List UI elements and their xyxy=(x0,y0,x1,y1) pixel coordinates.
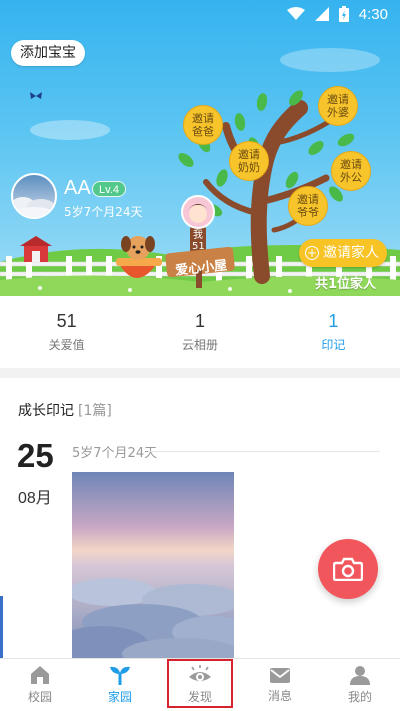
baby-avatar[interactable] xyxy=(11,173,57,219)
butterfly-icon xyxy=(30,92,42,99)
nav-label: 家园 xyxy=(107,690,132,704)
nav-messages[interactable]: 消息 xyxy=(240,659,320,711)
battery-charging-icon xyxy=(338,6,349,22)
plus-icon: + xyxy=(305,246,319,260)
entry-day: 25 xyxy=(17,437,54,474)
nav-school[interactable]: 校园 xyxy=(0,659,80,711)
invite-family-button[interactable]: + 邀请家人 xyxy=(299,239,387,267)
invite-family-label: 邀请家人 xyxy=(323,245,379,261)
status-time: 4:30 xyxy=(358,5,388,23)
add-baby-button[interactable]: 添加宝宝 xyxy=(11,40,85,66)
baby-name: AA xyxy=(64,177,91,199)
section-count: [1篇] xyxy=(78,403,112,419)
nav-home[interactable]: 家园 xyxy=(80,659,160,711)
invite-maternal-grandma-fruit[interactable]: 邀请外婆 xyxy=(318,86,358,126)
stat-imprints[interactable]: 1 印记 xyxy=(267,296,400,368)
me-label: 我51 xyxy=(192,230,205,252)
signal-icon xyxy=(314,7,329,21)
wifi-icon xyxy=(286,7,305,20)
entry-photo[interactable] xyxy=(72,472,234,658)
stat-care-value[interactable]: 51 关爱值 xyxy=(0,296,133,368)
bottom-nav: 校园 家园 发现 消息 我的 xyxy=(0,658,400,711)
stat-label: 印记 xyxy=(321,338,346,352)
baby-age: 5岁7个月24天 xyxy=(64,205,143,219)
nav-mine[interactable]: 我的 xyxy=(320,659,400,711)
level-badge: Lv.4 xyxy=(92,181,126,197)
nav-label: 我的 xyxy=(347,690,372,704)
entry-month: 08月 xyxy=(18,490,52,507)
family-tree-banner: 添加宝宝 AA Lv.4 5岁7个月24天 邀请爸爸 邀请奶奶 邀请外婆 邀请外… xyxy=(0,0,400,296)
barn-icon xyxy=(20,236,52,262)
invite-maternal-grandpa-fruit[interactable]: 邀请外公 xyxy=(331,151,371,191)
camera-icon xyxy=(333,557,363,581)
sprout-icon xyxy=(110,666,130,685)
status-bar: 4:30 xyxy=(0,0,400,28)
eye-icon xyxy=(189,665,211,681)
nav-label: 消息 xyxy=(267,689,292,703)
growth-imprints-section: 成长印记 [1篇] 25 08月 5岁7个月24天 xyxy=(0,378,400,658)
divider xyxy=(148,451,380,452)
stat-value: 1 xyxy=(328,311,339,331)
nav-label: 发现 xyxy=(187,690,212,704)
person-icon xyxy=(350,666,370,685)
mail-icon xyxy=(270,668,290,683)
stats-bar: 51 关爱值 1 云相册 1 印记 xyxy=(0,296,400,368)
edge-accent xyxy=(0,596,3,658)
invite-paternal-grandpa-fruit[interactable]: 邀请爷爷 xyxy=(288,186,328,226)
entry-age: 5岁7个月24天 xyxy=(72,446,158,461)
stat-value: 1 xyxy=(194,311,205,331)
invite-dad-fruit[interactable]: 邀请爸爸 xyxy=(183,105,223,145)
nav-discover[interactable]: 发现 xyxy=(160,659,240,711)
camera-button[interactable] xyxy=(318,539,378,599)
stat-label: 关爱值 xyxy=(48,338,85,352)
stat-label: 云相册 xyxy=(181,338,218,352)
section-header: 成长印记 [1篇] xyxy=(18,400,112,420)
stat-value: 51 xyxy=(56,311,77,331)
nav-label: 校园 xyxy=(27,690,52,704)
invite-paternal-grandma-fruit[interactable]: 邀请奶奶 xyxy=(229,141,269,181)
school-icon xyxy=(31,666,49,684)
stat-cloud-album[interactable]: 1 云相册 xyxy=(133,296,266,368)
section-title: 成长印记 xyxy=(18,403,74,419)
family-count: 共1位家人 xyxy=(314,277,376,292)
